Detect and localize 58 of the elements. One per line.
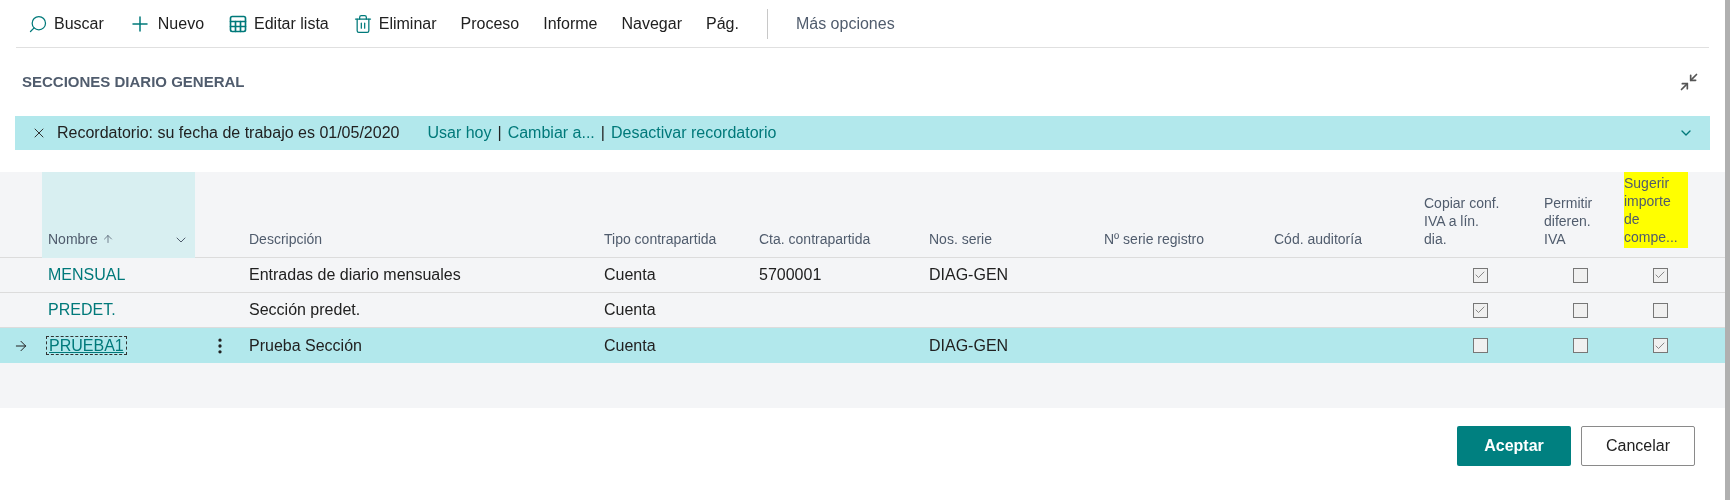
checkbox[interactable] [1652,302,1668,318]
table-cell-text: 5700001 [758,265,823,285]
link-separator: | [600,123,605,143]
cancel-button[interactable]: Cancelar [1581,426,1695,466]
column-header[interactable]: Nº serie registro [1104,230,1205,248]
column-header[interactable]: Tipo contrapartida [604,230,717,248]
check-icon [1474,269,1486,281]
toolbar-button[interactable]: Navegar [609,5,694,42]
checkbox[interactable] [1472,338,1488,353]
toolbar-button[interactable]: Editar lista [216,5,341,42]
checkbox[interactable] [1652,338,1668,353]
checkbox[interactable] [1472,302,1488,318]
column-header[interactable]: Nombre [48,230,98,248]
check-icon [1654,269,1666,281]
toolbar-button[interactable]: Nuevo [115,5,217,42]
banner-link[interactable]: Desactivar recordatorio [610,121,777,145]
more-options-button[interactable]: Más opciones [783,5,907,42]
table-row[interactable]: MENSUAL Entradas de diario mensuales Cuenta 5700001 DIAG-GEN [0,258,1725,293]
toolbar-button[interactable]: Buscar [16,5,116,42]
name-link[interactable]: PREDET. [46,301,118,318]
toolbar-button[interactable]: Pág. [694,5,751,42]
table-cell-text: Prueba Sección [248,335,363,356]
table-cell-text: Sección predet. [248,300,362,320]
table-cell-text: DIAG-GEN [928,265,1010,285]
page-title: SECCIONES DIARIO GENERAL [22,71,245,92]
table-cell-text: DIAG-GEN [928,335,1010,356]
checkbox[interactable] [1572,267,1588,283]
trash-icon [352,13,373,34]
link-separator: | [497,123,502,143]
column-header[interactable]: Cód. auditoría [1274,230,1362,248]
check-icon [1474,304,1486,316]
column-header[interactable]: Sugerir importe de compe... [1624,172,1688,248]
column-header[interactable]: Permitir diferen. IVA [1544,194,1616,248]
accept-button[interactable]: Aceptar [1457,426,1571,466]
reminder-message: Recordatorio: su fecha de trabajo es 01/05/2020 [57,123,400,143]
column-header[interactable]: Copiar conf. IVA a lín. dia. [1424,194,1500,248]
table-cell-text: Cuenta [603,265,657,285]
checkbox[interactable] [1572,302,1588,318]
table-cell-text: Cuenta [603,335,657,356]
column-header[interactable]: Cta. contrapartida [759,230,871,248]
name-link[interactable]: PRUEBA1 [46,335,127,355]
checkbox[interactable] [1572,338,1588,353]
table-cell-text: Entradas de diario mensuales [248,265,462,285]
column-header[interactable]: Nos. serie [929,230,993,248]
name-link[interactable]: MENSUAL [46,266,128,283]
table-row[interactable]: PRUEBA1 Prueba Sección Cuenta DIAG-GEN [0,328,1725,363]
table-cell-text: Cuenta [603,300,657,320]
banner-link[interactable]: Usar hoy [427,121,492,145]
search-icon [28,13,48,34]
sorted-column-header[interactable]: Nombre [42,172,195,258]
toolbar-button[interactable]: Proceso [448,5,532,42]
table-edit-icon [228,13,249,34]
column-header[interactable]: Descripción [249,230,323,248]
checkbox[interactable] [1652,267,1668,283]
toolbar-button[interactable]: Eliminar [340,5,449,42]
checkbox[interactable] [1472,267,1488,283]
banner-link[interactable]: Cambiar a... [507,121,595,145]
toolbar-button[interactable]: Informe [531,5,610,42]
